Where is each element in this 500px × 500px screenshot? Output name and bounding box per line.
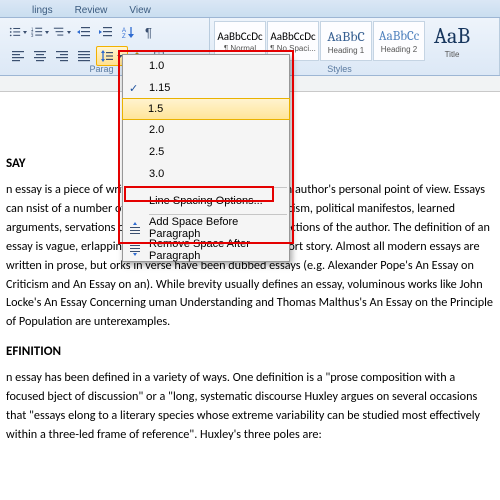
- numbering-button[interactable]: 123: [30, 22, 50, 42]
- line-spacing-options[interactable]: Line Spacing Options...: [123, 190, 289, 212]
- spacing-2-0[interactable]: 2.0: [123, 119, 289, 141]
- ribbon-tabs: lings Review View: [0, 0, 500, 18]
- increase-indent-button[interactable]: [96, 22, 116, 42]
- remove-space-after[interactable]: Remove Space After Paragraph: [123, 239, 289, 261]
- heading-definition: EFINITION: [6, 344, 494, 359]
- align-right-button[interactable]: [52, 46, 72, 66]
- spacing-1-15[interactable]: ✓1.15: [123, 77, 289, 99]
- tab-mailings[interactable]: lings: [30, 3, 55, 17]
- spacing-1-0[interactable]: 1.0: [123, 55, 289, 77]
- justify-button[interactable]: [74, 46, 94, 66]
- svg-text:¶: ¶: [145, 25, 152, 39]
- align-left-button[interactable]: [8, 46, 28, 66]
- align-center-button[interactable]: [30, 46, 50, 66]
- paragraph-2: n essay has been defined in a variety of…: [6, 369, 494, 445]
- add-space-before-icon: [127, 220, 143, 236]
- multilevel-list-button[interactable]: [52, 22, 72, 42]
- line-spacing-menu: 1.0 ✓1.15 1.5 2.0 2.5 3.0 Line Spacing O…: [122, 54, 290, 262]
- decrease-indent-button[interactable]: [74, 22, 94, 42]
- bullets-button[interactable]: [8, 22, 28, 42]
- style-heading1[interactable]: AaBbCHeading 1: [320, 21, 372, 61]
- separator: [149, 187, 287, 188]
- remove-space-after-icon: [127, 242, 143, 258]
- show-marks-button[interactable]: ¶: [140, 22, 160, 42]
- style-title[interactable]: AaBTitle: [426, 21, 478, 61]
- tab-review[interactable]: Review: [73, 3, 110, 17]
- tab-view[interactable]: View: [127, 3, 153, 17]
- spacing-3-0[interactable]: 3.0: [123, 163, 289, 185]
- svg-text:Z: Z: [122, 34, 126, 39]
- svg-text:3: 3: [31, 33, 34, 38]
- spacing-1-5[interactable]: 1.5: [122, 98, 290, 120]
- check-icon: ✓: [129, 82, 138, 95]
- sort-button[interactable]: AZ: [118, 22, 138, 42]
- spacing-2-5[interactable]: 2.5: [123, 141, 289, 163]
- add-space-before[interactable]: Add Space Before Paragraph: [123, 217, 289, 239]
- separator: [149, 214, 287, 215]
- style-heading2[interactable]: AaBbCcHeading 2: [373, 21, 425, 61]
